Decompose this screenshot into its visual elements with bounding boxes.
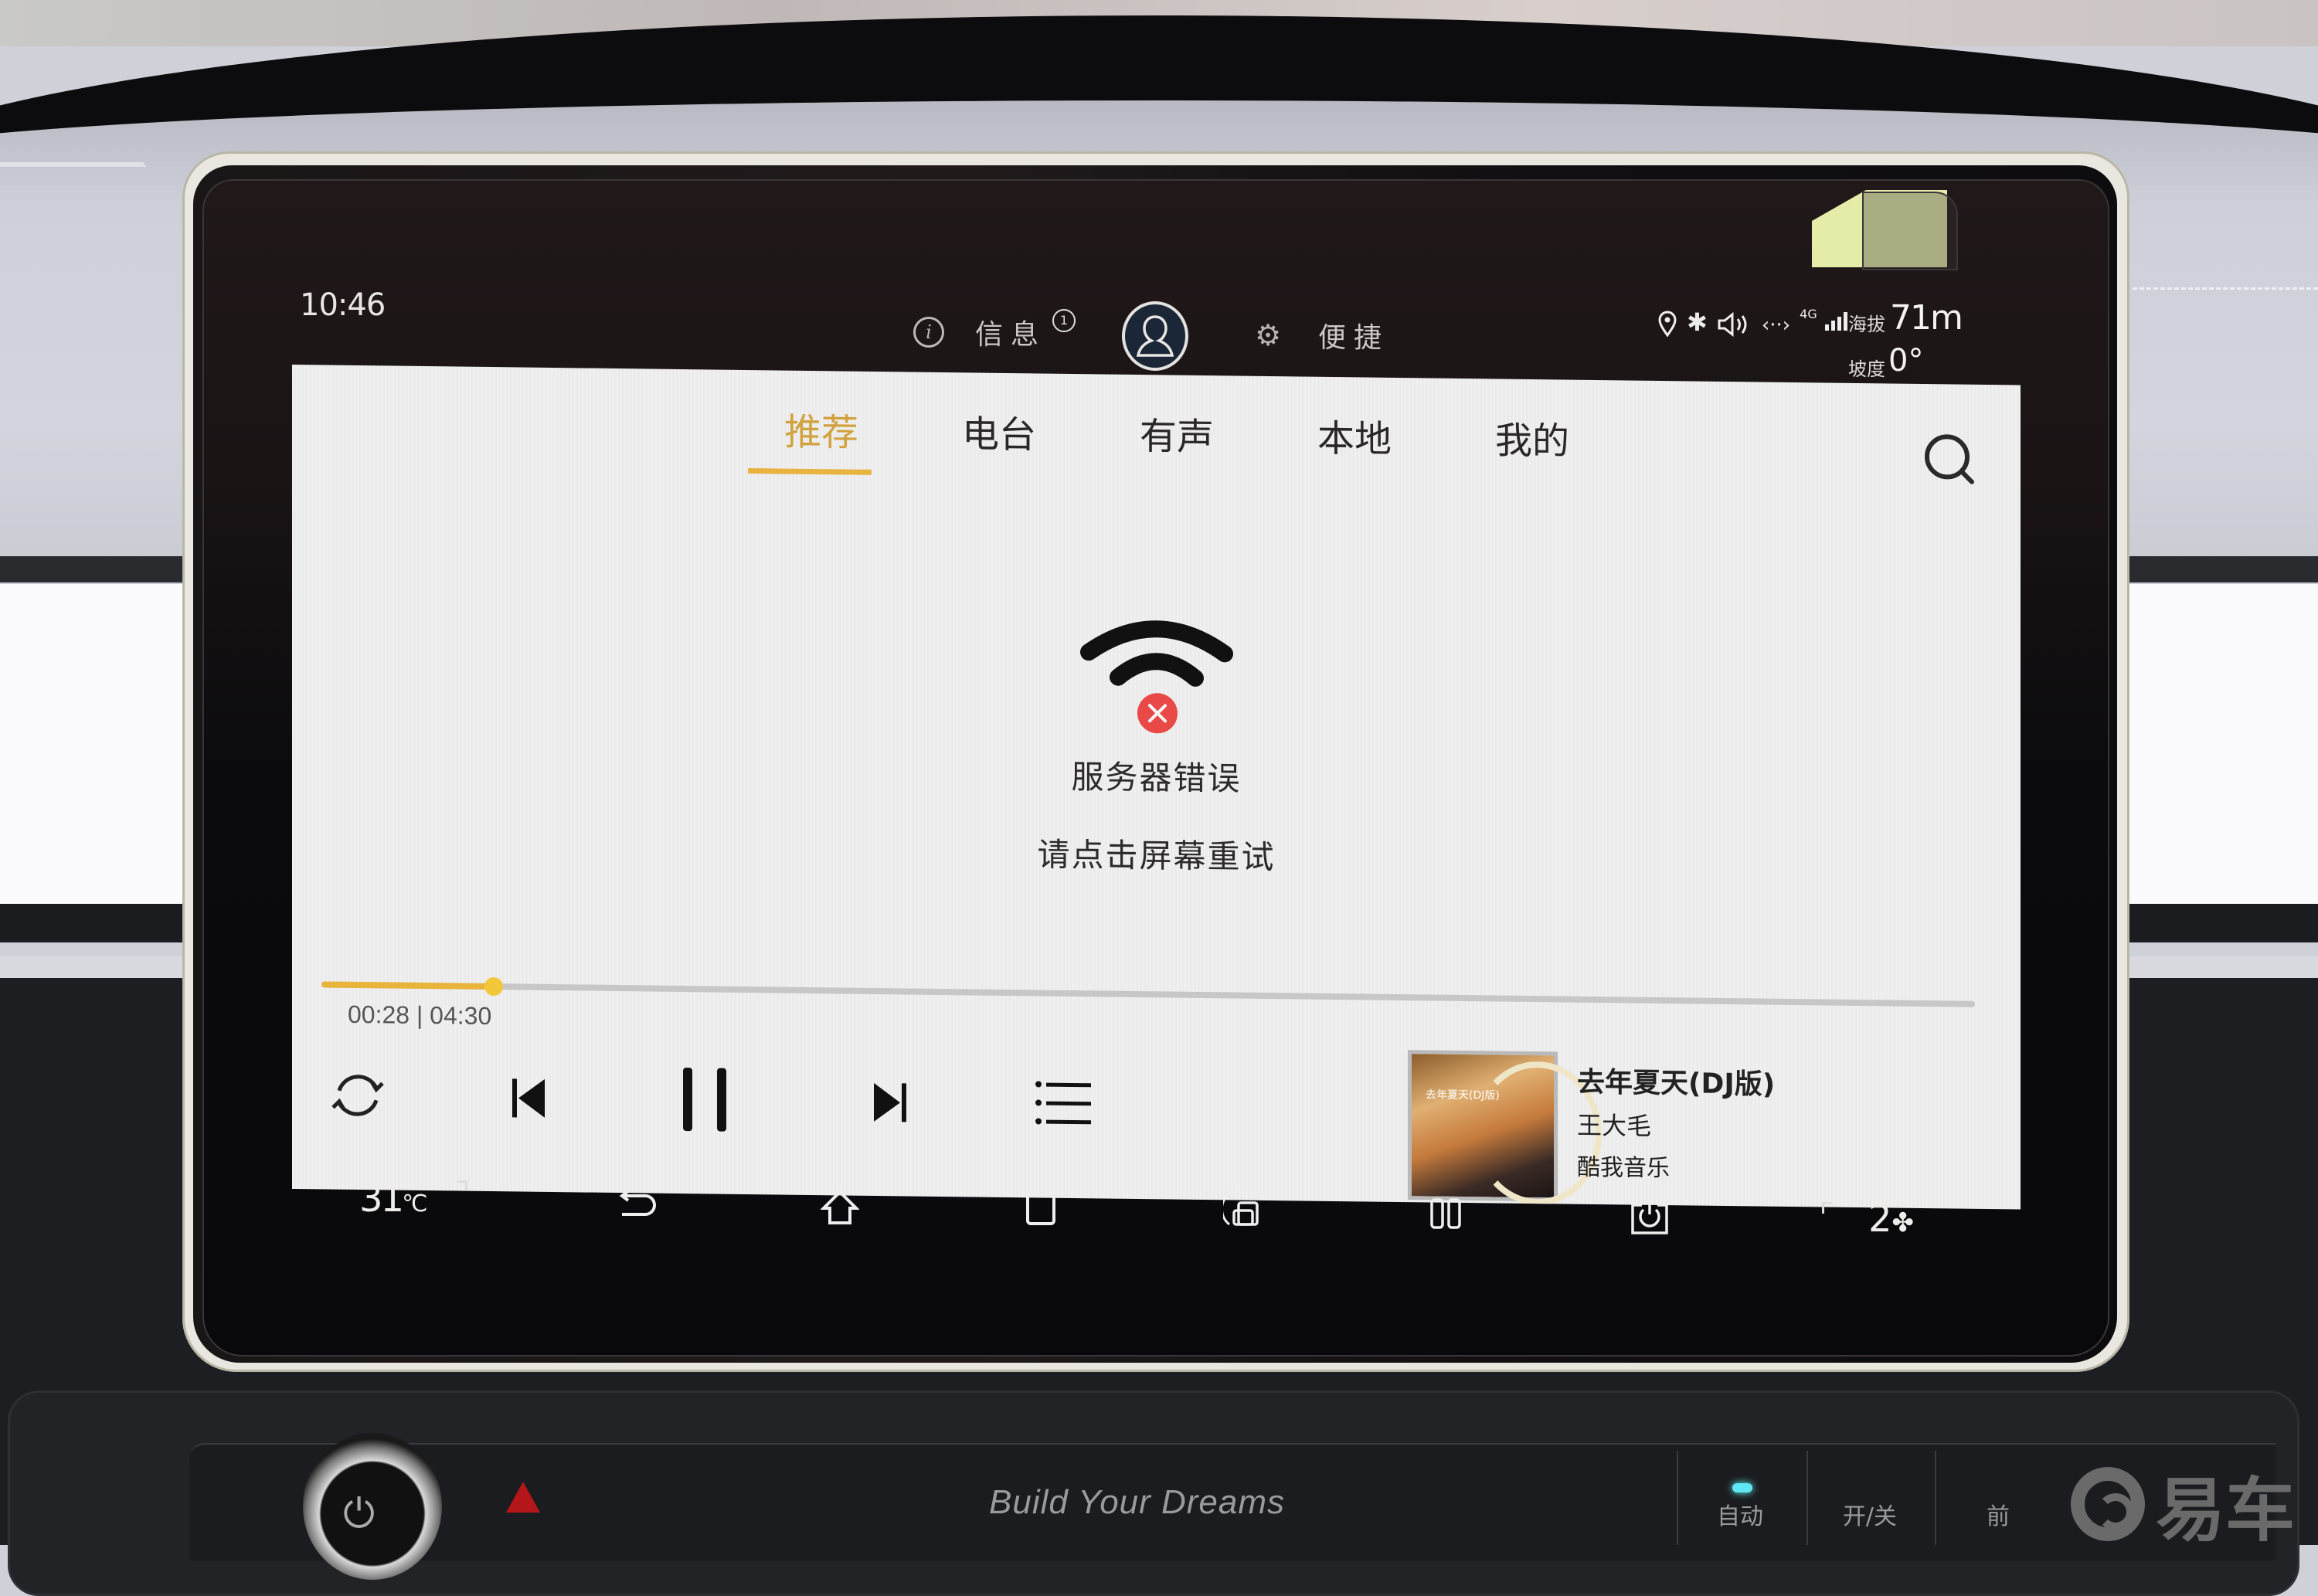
auto-ac-label: 自动 (1717, 1503, 1763, 1530)
split-screen-button[interactable] (1419, 1187, 1473, 1241)
slope-label: 坡度 (1848, 358, 1885, 380)
split-screen-icon (1430, 1198, 1461, 1229)
progress-bar[interactable] (321, 976, 1975, 1007)
dashboard-stitching-right (2133, 287, 2318, 290)
back-button[interactable] (610, 1179, 664, 1233)
signal-bars-icon (1824, 312, 1847, 331)
previous-button[interactable] (485, 1054, 570, 1140)
tab-local[interactable]: 本地 (1266, 407, 1443, 474)
hazard-button[interactable] (506, 1482, 540, 1513)
progress-thumb[interactable] (484, 976, 503, 997)
next-button[interactable] (848, 1059, 933, 1145)
user-icon (1136, 315, 1174, 357)
search-button[interactable] (1922, 432, 1978, 488)
retry-hint[interactable]: 请点击屏幕重试 (292, 820, 2021, 888)
temperature-value: 31 (359, 1177, 404, 1221)
album-art-caption: 去年夏天(DJ版) (1426, 1088, 1500, 1102)
back-icon (619, 1190, 656, 1216)
rotate-screen-icon (1223, 1189, 1259, 1226)
yiche-logo-icon (2071, 1467, 2145, 1541)
search-icon (1925, 434, 1974, 484)
previous-icon (512, 1078, 545, 1118)
error-title: 服务器错误 (1071, 757, 1242, 798)
4g-signal-icon: 4G (1800, 307, 1848, 337)
bluetooth-icon: ✱ (1687, 307, 1708, 337)
rotate-screen-button[interactable] (1216, 1182, 1270, 1236)
watermark: 易车 (2071, 1454, 2295, 1554)
fan-corner-marker (1822, 1202, 1832, 1214)
error-x-icon (1137, 693, 1178, 734)
gear-icon[interactable]: ⚙ (1255, 318, 1281, 352)
data-transfer-icon: ‹··› (1761, 314, 1791, 337)
time-readout: 00:28 | 04:30 (348, 1000, 492, 1031)
playlist-button[interactable] (1022, 1061, 1107, 1146)
tab-audiobooks[interactable]: 有声 (1088, 405, 1266, 472)
location-icon (1658, 311, 1677, 337)
playlist-icon (1035, 1081, 1091, 1125)
power-icon (1631, 1200, 1668, 1234)
fan-speed-value: 2 (1868, 1197, 1892, 1241)
song-source: 酷我音乐 (1577, 1153, 1670, 1183)
fan-speed-control[interactable]: 2✤ (1868, 1197, 1914, 1241)
repeat-button[interactable] (315, 1052, 400, 1138)
slope-value: 0° (1888, 343, 1924, 379)
watermark-text: 易车 (2156, 1470, 2295, 1551)
shortcuts-button[interactable]: 便捷 (1318, 315, 1389, 355)
auto-ac-button[interactable]: 自动 (1677, 1451, 1802, 1545)
wifi-error-icon (1072, 613, 1242, 739)
front-defrost-label: 前 (1987, 1503, 2010, 1530)
notification-badge: 1 (1052, 309, 1076, 332)
volume-icon (1718, 312, 1747, 337)
user-avatar[interactable] (1122, 301, 1188, 371)
info-icon[interactable]: i (913, 317, 944, 348)
music-app-panel: 推荐 电台 有声 本地 我的 服务器错误 请点击屏幕重试 00:28 | 04:… (292, 365, 2021, 1210)
song-artist: 王大毛 (1577, 1110, 1652, 1141)
front-defrost-button[interactable]: 前 (1935, 1451, 2060, 1545)
repeat-icon (331, 1075, 384, 1116)
pause-icon (683, 1068, 726, 1132)
home-button[interactable] (813, 1180, 867, 1234)
temperature-corner-marker (457, 1180, 467, 1190)
indicator-led (1732, 1483, 1752, 1492)
tab-recommend[interactable]: 推荐 (732, 401, 910, 468)
recents-button[interactable] (1014, 1182, 1068, 1236)
pause-button[interactable] (663, 1057, 748, 1143)
tab-radio[interactable]: 电台 (910, 402, 1088, 470)
error-state[interactable]: 服务器错误 请点击屏幕重试 (292, 604, 2021, 888)
fan-toggle-label: 开/关 (1842, 1503, 1898, 1530)
progress-fill (321, 981, 494, 990)
clock: 10:46 (300, 287, 386, 323)
screen-off-button[interactable] (1623, 1190, 1677, 1244)
temperature-unit: °C (402, 1190, 427, 1217)
status-icons: ✱ ‹··› 4G (1657, 307, 1848, 337)
temperature-control[interactable]: 31°C (359, 1177, 427, 1221)
song-title: 去年夏天(DJ版) (1577, 1066, 1776, 1101)
brand-slogan: Build Your Dreams (989, 1483, 1286, 1521)
altitude-value: 71m (1890, 298, 1963, 338)
network-type: 4G (1800, 307, 1817, 321)
recents-icon (1026, 1193, 1055, 1225)
messages-button[interactable]: 信息 (975, 312, 1046, 352)
tab-bar: 推荐 电台 有声 本地 我的 (732, 401, 1621, 477)
fan-toggle-button[interactable]: 开/关 (1806, 1451, 1932, 1545)
album-art[interactable]: 去年夏天(DJ版) (1408, 1050, 1602, 1207)
protective-film (1862, 192, 1958, 270)
tab-mine[interactable]: 我的 (1443, 409, 1621, 477)
power-knob-icon: ⏻ (343, 1491, 376, 1537)
fan-icon: ✤ (1891, 1207, 1915, 1238)
home-icon (821, 1190, 859, 1224)
next-icon (874, 1082, 906, 1122)
altitude-label: 海拔 (1848, 314, 1885, 335)
